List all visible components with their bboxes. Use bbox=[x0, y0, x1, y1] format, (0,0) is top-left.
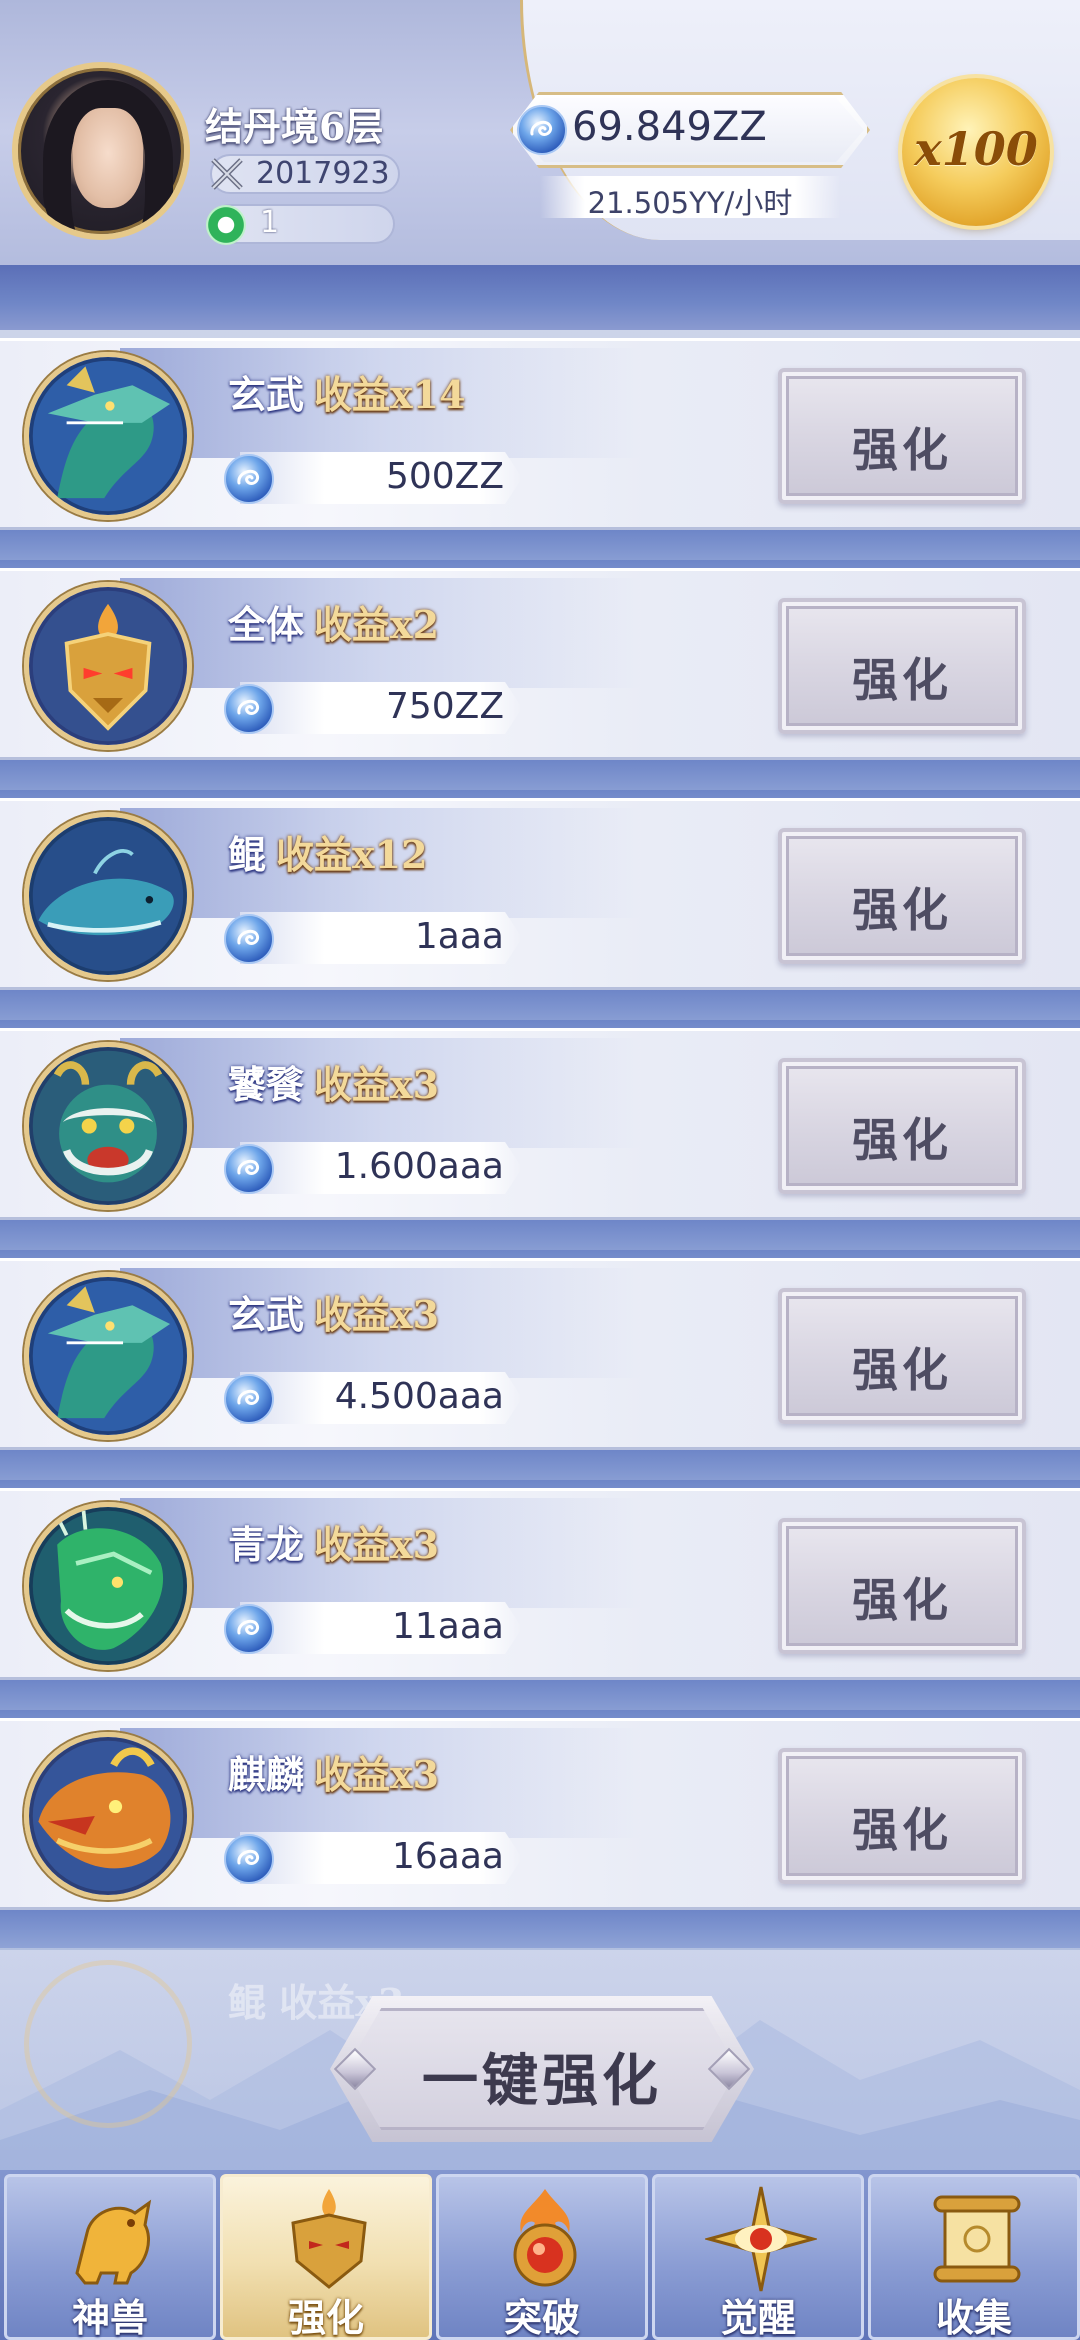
upgrade-button[interactable]: 强化 bbox=[778, 1058, 1026, 1194]
beast-name: 玄武 bbox=[228, 372, 305, 417]
tab-4[interactable]: 收集 bbox=[868, 2174, 1080, 2340]
tab-1[interactable]: 强化 bbox=[220, 2174, 432, 2340]
golden-mask-icon bbox=[24, 582, 192, 750]
list-item: 青龙 收益x3 11aaa 强化 bbox=[0, 1488, 1080, 1680]
upgrade-button[interactable]: 强化 bbox=[778, 828, 1026, 964]
spirit-stone-icon bbox=[222, 1142, 276, 1196]
list-item: 麒麟 收益x3 16aaa 强化 bbox=[0, 1718, 1080, 1910]
tab-label: 强化 bbox=[287, 2295, 364, 2340]
black-tortoise-dragon-icon bbox=[24, 1272, 192, 1440]
beast-income-multiplier: 收益x3 bbox=[314, 1522, 440, 1567]
upgrade-cost: 500ZZ bbox=[385, 456, 504, 497]
income-rate: 21.505YY/小时 bbox=[587, 186, 793, 220]
spirit-stone-icon bbox=[222, 912, 276, 966]
player-realm: 结丹境6层 bbox=[205, 104, 384, 149]
spirit-stone-icon bbox=[517, 105, 567, 155]
upgrade-cost: 1.600aaa bbox=[334, 1146, 504, 1187]
upgrade-button[interactable]: 强化 bbox=[778, 598, 1026, 734]
upgrade-button-label[interactable]: 强化 bbox=[782, 644, 1022, 710]
azure-dragon-icon bbox=[24, 1502, 192, 1670]
kun-whale-icon bbox=[24, 812, 192, 980]
upgrade-button-label[interactable]: 强化 bbox=[782, 1104, 1022, 1170]
header-band bbox=[0, 265, 1080, 330]
beast-name: 饕餮 bbox=[228, 1062, 305, 1107]
qilin-icon bbox=[24, 1732, 192, 1900]
jade-ring-icon bbox=[206, 205, 246, 245]
upgrade-button-label[interactable]: 强化 bbox=[782, 1564, 1022, 1630]
upgrade-button[interactable]: 强化 bbox=[778, 368, 1026, 504]
spirit-stone-icon bbox=[222, 1602, 276, 1656]
beast-name: 全体 bbox=[228, 602, 305, 647]
beast-income-multiplier: 收益x12 bbox=[276, 832, 428, 877]
tab-label: 神兽 bbox=[71, 2295, 148, 2340]
tab-0[interactable]: 神兽 bbox=[4, 2174, 216, 2340]
beast-name: 麒麟 bbox=[228, 1752, 305, 1797]
beast-name: 鲲 bbox=[228, 832, 267, 877]
one-click-upgrade-label[interactable]: 一键强化 bbox=[330, 2036, 754, 2117]
list-item: 鲲收益x12 1aaa 强化 bbox=[0, 798, 1080, 990]
upgrade-button[interactable]: 强化 bbox=[778, 1288, 1026, 1424]
tab-label: 收集 bbox=[935, 2295, 1012, 2340]
spirit-stone-balance: 69.849ZZ bbox=[572, 104, 767, 150]
upgrade-button-label[interactable]: 强化 bbox=[782, 874, 1022, 940]
spirit-stone-icon bbox=[222, 682, 276, 736]
upgrade-button[interactable]: 强化 bbox=[778, 1748, 1026, 1884]
spirit-stone-icon bbox=[222, 452, 276, 506]
list-item: 全体 收益x2 750ZZ 强化 bbox=[0, 568, 1080, 760]
upgrade-cost: 16aaa bbox=[392, 1836, 504, 1877]
jade-count: 1 bbox=[260, 205, 280, 240]
combat-power-value: 2017923 bbox=[256, 156, 390, 191]
spirit-stone-icon bbox=[222, 1832, 276, 1886]
beast-income-multiplier: 收益x3 bbox=[314, 1752, 440, 1797]
upgrade-button[interactable]: 强化 bbox=[778, 1518, 1026, 1654]
golden-mask-icon bbox=[273, 2183, 385, 2295]
upgrade-button-label[interactable]: 强化 bbox=[782, 1794, 1022, 1860]
row-separator bbox=[0, 1910, 1080, 1948]
taotie-beast-icon bbox=[24, 1042, 192, 1210]
tab-3[interactable]: 觉醒 bbox=[652, 2174, 864, 2340]
list-item: 玄武 收益x3 4.500aaa 强化 bbox=[0, 1258, 1080, 1450]
list-item: 饕餮 收益x3 1.600aaa 强化 bbox=[0, 1028, 1080, 1220]
multiplier-label[interactable]: x100 bbox=[902, 122, 1050, 176]
beast-income-multiplier: 收益x3 bbox=[314, 1292, 440, 1337]
beast-income-multiplier: 收益x2 bbox=[314, 602, 440, 647]
upgrade-button-label[interactable]: 强化 bbox=[782, 1334, 1022, 1400]
upgrade-cost: 750ZZ bbox=[385, 686, 504, 727]
beast-income-multiplier: 收益x3 bbox=[314, 1062, 440, 1107]
eye-star-icon bbox=[703, 2183, 819, 2295]
black-tortoise-dragon-icon bbox=[24, 352, 192, 520]
upgrade-cost: 11aaa bbox=[392, 1606, 504, 1647]
scroll-icon bbox=[921, 2183, 1033, 2295]
tab-2[interactable]: 突破 bbox=[436, 2174, 648, 2340]
flame-orb-icon bbox=[489, 2183, 601, 2295]
player-avatar[interactable] bbox=[12, 62, 190, 240]
upgrade-button-label[interactable]: 强化 bbox=[782, 414, 1022, 480]
tab-label: 突破 bbox=[503, 2295, 580, 2340]
list-item: 玄武 收益x14 500ZZ 强化 bbox=[0, 338, 1080, 530]
crossed-swords-icon bbox=[211, 158, 243, 190]
tab-label: 觉醒 bbox=[719, 2295, 796, 2340]
beast-name: 玄武 bbox=[228, 1292, 305, 1337]
beast-income-multiplier: 收益x14 bbox=[314, 372, 466, 417]
golden-qilin-icon bbox=[57, 2183, 169, 2295]
spirit-stone-icon bbox=[222, 1372, 276, 1426]
upgrade-cost: 1aaa bbox=[414, 916, 504, 957]
upgrade-cost: 4.500aaa bbox=[334, 1376, 504, 1417]
beast-name: 青龙 bbox=[228, 1522, 305, 1567]
